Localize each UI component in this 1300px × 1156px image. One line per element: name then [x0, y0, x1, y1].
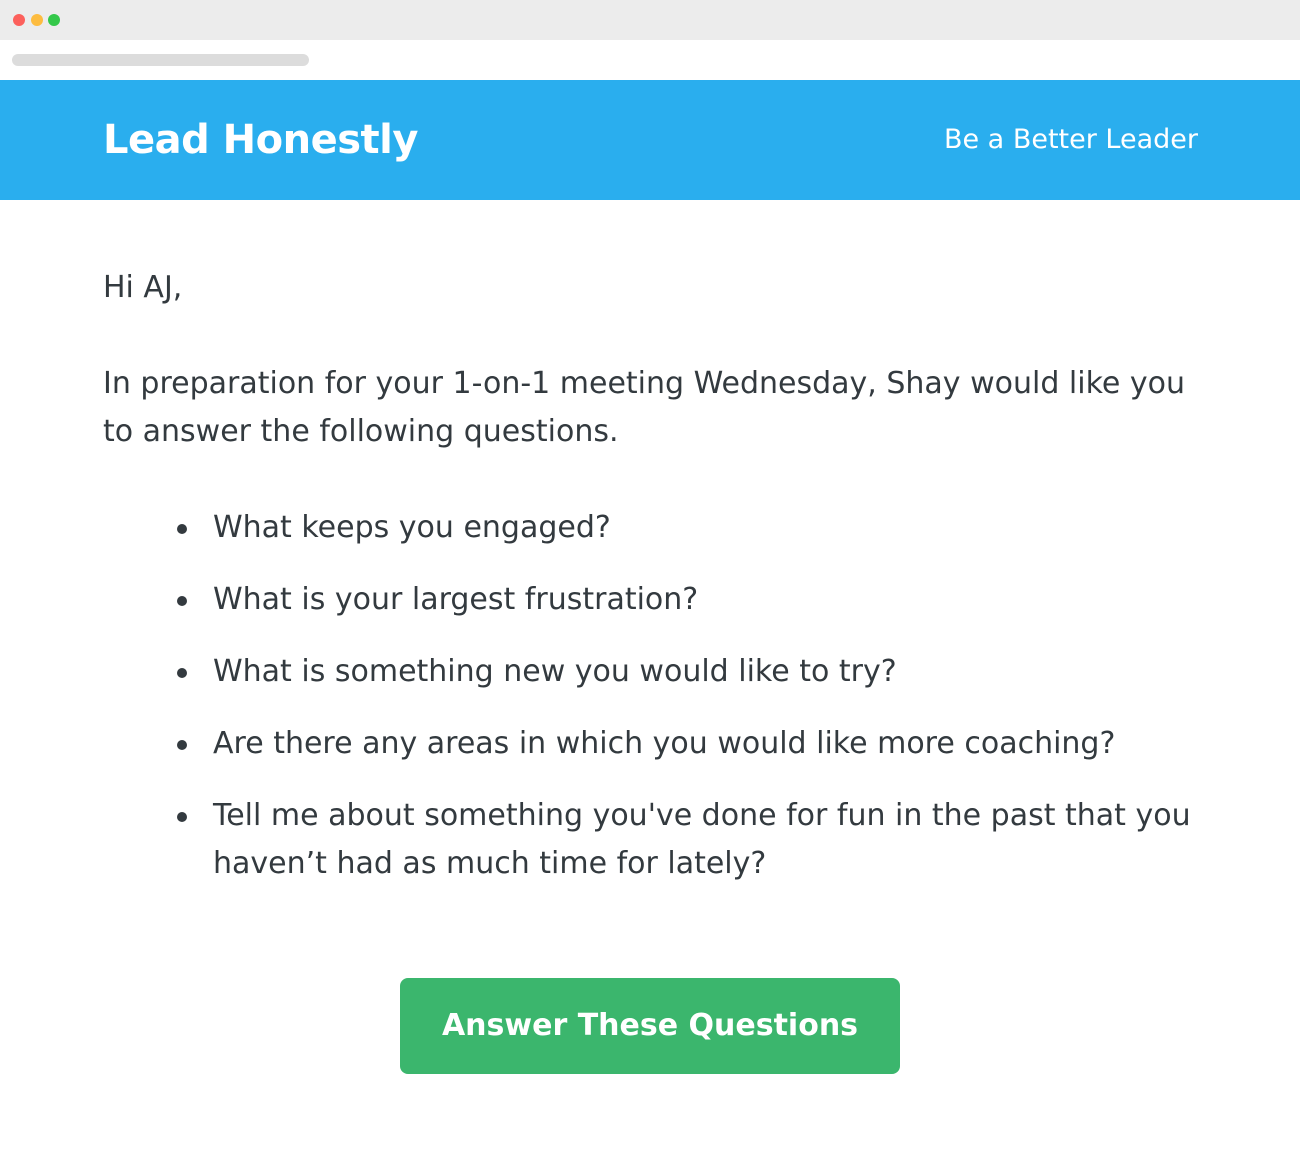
question-text: Are there any areas in which you would l… — [213, 726, 1116, 761]
answer-questions-button[interactable]: Answer These Questions — [400, 978, 900, 1074]
question-text: What is something new you would like to … — [213, 654, 897, 689]
email-body: Hi AJ, In preparation for your 1-on-1 me… — [103, 264, 1193, 912]
question-item: What keeps you engaged? — [103, 504, 1193, 552]
question-item: What is something new you would like to … — [103, 648, 1193, 696]
brand-logo-text: Lead Honestly — [103, 117, 418, 163]
bullet-icon — [177, 596, 187, 606]
zoom-window-button[interactable] — [48, 14, 60, 26]
question-list: What keeps you engaged? What is your lar… — [103, 504, 1193, 888]
minimize-window-button[interactable] — [31, 14, 43, 26]
question-item: Are there any areas in which you would l… — [103, 720, 1193, 768]
browser-window: Lead Honestly Be a Better Leader Hi AJ, … — [0, 0, 1300, 1156]
question-text: Tell me about something you've done for … — [213, 798, 1191, 881]
greeting: Hi AJ, — [103, 270, 183, 305]
close-window-button[interactable] — [13, 14, 25, 26]
question-text: What is your largest frustration? — [213, 582, 699, 617]
bullet-icon — [177, 812, 187, 822]
question-item: What is your largest frustration? — [103, 576, 1193, 624]
bullet-icon — [177, 524, 187, 534]
question-text: What keeps you engaged? — [213, 510, 611, 545]
bullet-icon — [177, 668, 187, 678]
intro-paragraph: In preparation for your 1-on-1 meeting W… — [103, 366, 1186, 449]
window-titlebar — [0, 0, 1300, 40]
email-header: Lead Honestly Be a Better Leader — [0, 80, 1300, 200]
question-item: Tell me about something you've done for … — [103, 792, 1193, 888]
address-bar-placeholder — [12, 54, 309, 66]
header-tagline: Be a Better Leader — [943, 124, 1198, 155]
bullet-icon — [177, 740, 187, 750]
